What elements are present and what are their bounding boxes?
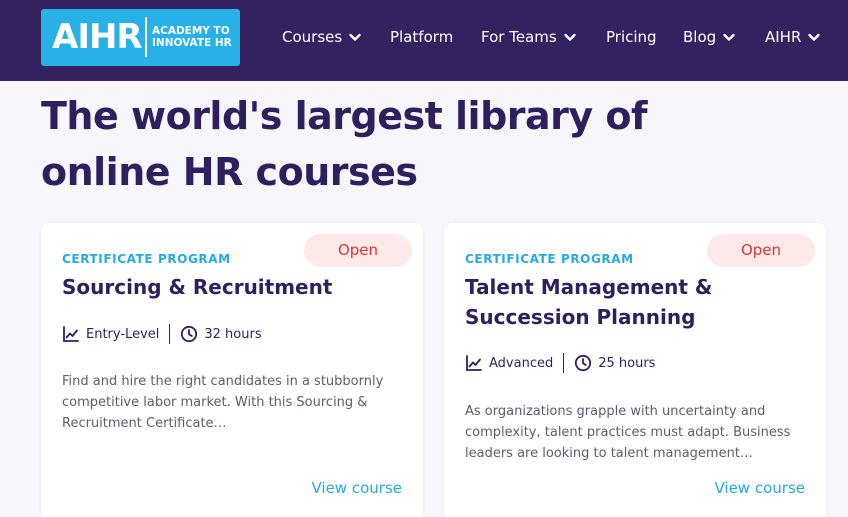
nav-item-label: Platform (390, 28, 454, 46)
nav-item-courses[interactable]: Courses (282, 26, 362, 48)
chevron-down-icon (349, 33, 361, 41)
course-card-sourcing-recruitment[interactable]: Open CERTIFICATE PROGRAM Sourcing & Recr… (41, 223, 423, 517)
course-meta: Entry-Level 32 hours (62, 323, 262, 345)
view-course-link[interactable]: View course (714, 479, 805, 497)
nav-item-aihr[interactable]: AIHR (765, 26, 821, 48)
top-navbar: AIHR ACADEMY TO INNOVATE HR Courses Plat… (0, 0, 848, 81)
status-badge: Open (707, 234, 815, 267)
trend-chart-icon (63, 326, 79, 342)
course-meta: Advanced 25 hours (465, 352, 655, 374)
chevron-down-icon (723, 33, 735, 41)
nav-item-label: AIHR (765, 28, 802, 46)
nav-item-for-teams[interactable]: For Teams (481, 26, 577, 48)
course-eyebrow: CERTIFICATE PROGRAM (465, 252, 634, 266)
trend-chart-icon (466, 355, 482, 371)
status-badge: Open (304, 234, 412, 267)
course-eyebrow: CERTIFICATE PROGRAM (62, 252, 231, 266)
view-course-link[interactable]: View course (311, 479, 402, 497)
nav-item-label: Courses (282, 28, 343, 46)
course-description: Find and hire the right candidates in a … (62, 374, 384, 431)
course-level: Entry-Level (86, 326, 160, 342)
aihr-logo[interactable]: AIHR ACADEMY TO INNOVATE HR (41, 9, 240, 66)
page-heading: The world's largest library of online HR… (41, 94, 648, 194)
nav-item-label: For Teams (481, 28, 557, 46)
chevron-down-icon (808, 33, 821, 41)
course-level: Advanced (489, 355, 554, 371)
logo-mark: AIHR (52, 17, 143, 57)
logo-tagline: ACADEMY TO INNOVATE HR (152, 25, 232, 49)
nav-item-label: Blog (683, 28, 717, 46)
clock-icon (575, 354, 592, 372)
meta-divider (563, 353, 565, 373)
course-card-talent-management[interactable]: Open CERTIFICATE PROGRAM Talent Manageme… (444, 223, 826, 517)
course-title[interactable]: Talent Management & Succession Planning (465, 272, 795, 332)
nav-item-platform[interactable]: Platform (390, 26, 453, 48)
clock-icon (181, 325, 198, 343)
course-duration: 32 hours (204, 326, 262, 342)
chevron-down-icon (563, 33, 576, 41)
course-duration: 25 hours (598, 355, 656, 371)
course-description: As organizations grapple with uncertaint… (465, 404, 791, 461)
nav-item-label: Pricing (606, 28, 657, 46)
logo-divider (145, 17, 147, 57)
nav-item-blog[interactable]: Blog (683, 26, 736, 48)
nav-item-pricing[interactable]: Pricing (606, 26, 657, 48)
meta-divider (169, 324, 171, 344)
course-title[interactable]: Sourcing & Recruitment (62, 272, 392, 302)
